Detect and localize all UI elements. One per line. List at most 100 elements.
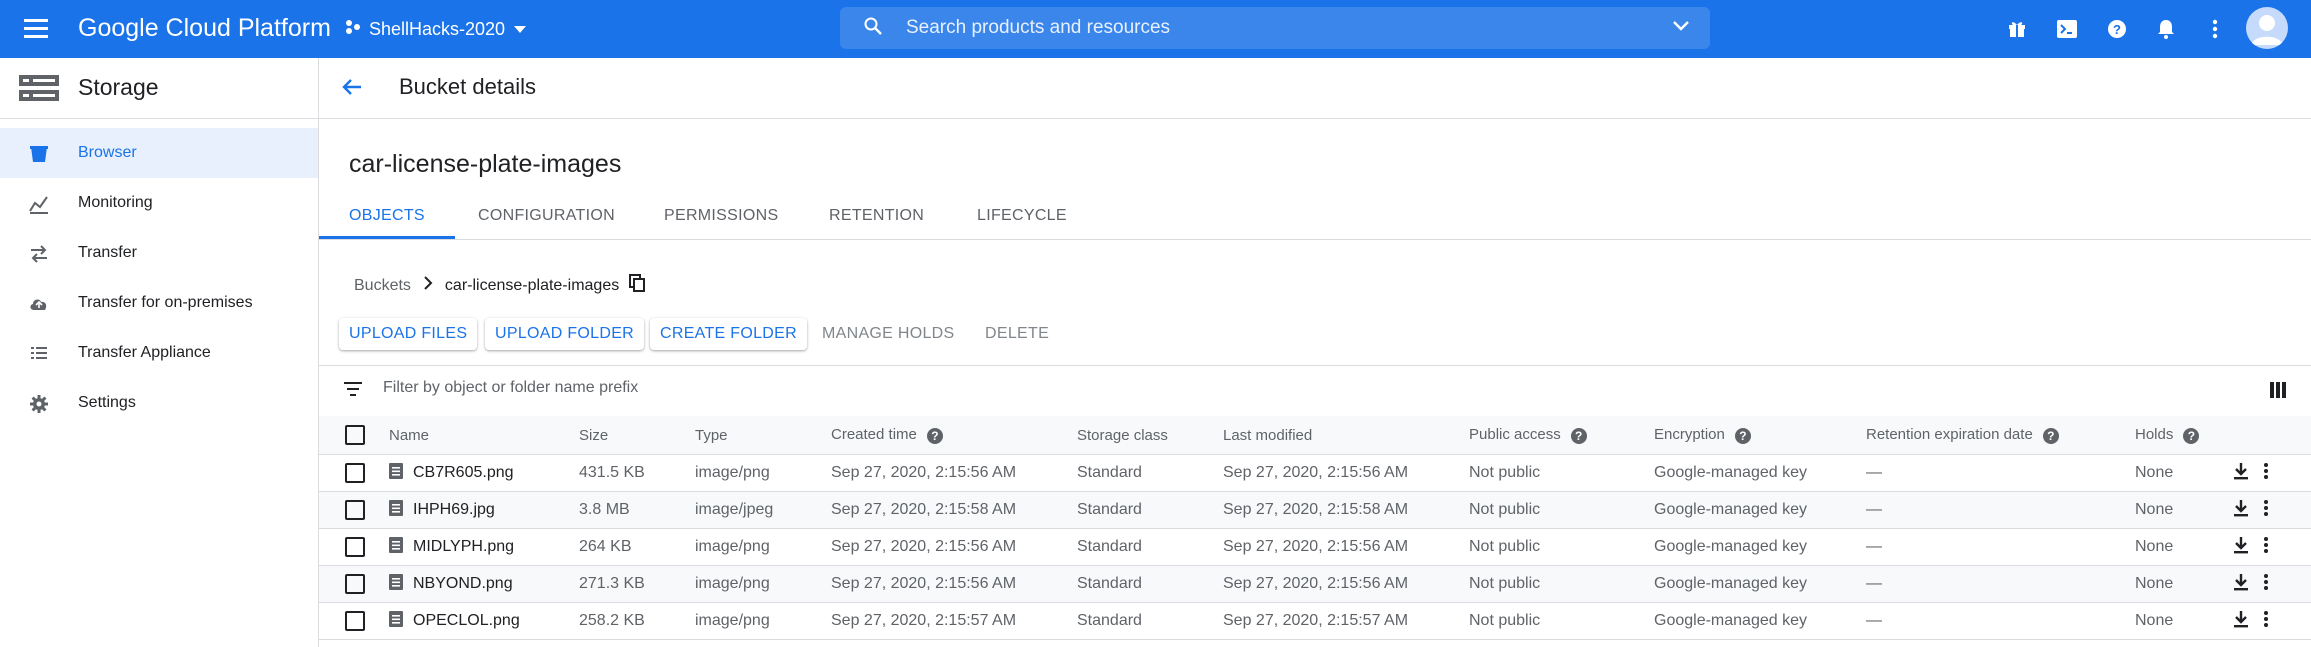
search-input[interactable] [904, 16, 1668, 40]
tab-objects[interactable]: OBJECTS [319, 183, 455, 239]
copy-icon[interactable] [629, 274, 646, 297]
sidebar-item-label: Transfer Appliance [78, 344, 211, 361]
cloud-shell-icon[interactable] [2052, 14, 2082, 44]
more-vert-icon[interactable] [2263, 610, 2269, 633]
download-icon[interactable] [2233, 610, 2249, 633]
help-icon[interactable]: ? [1570, 427, 1587, 444]
delete-button[interactable]: DELETE [975, 318, 1059, 350]
sidebar-item-transfer[interactable]: Transfer [0, 228, 318, 278]
object-public-access: Not public [1469, 565, 1654, 603]
row-checkbox[interactable] [345, 537, 365, 557]
file-icon [389, 499, 403, 521]
filter-input[interactable] [381, 378, 1285, 398]
object-storage-class: Standard [1077, 602, 1223, 640]
download-icon[interactable] [2233, 573, 2249, 596]
object-name-link[interactable]: CB7R605.png [389, 462, 514, 484]
object-encryption: Google-managed key [1654, 454, 1866, 492]
object-size: 271.3 KB [579, 565, 695, 603]
download-icon[interactable] [2233, 536, 2249, 559]
object-last-modified: Sep 27, 2020, 2:15:56 AM [1223, 528, 1469, 566]
create-folder-button[interactable]: CREATE FOLDER [650, 318, 807, 350]
sidebar-header: Storage [0, 58, 318, 119]
object-public-access: Not public [1469, 454, 1654, 492]
row-actions [2233, 573, 2269, 596]
back-arrow-icon[interactable] [341, 76, 363, 103]
sidebar-item-label: Transfer [78, 244, 137, 261]
sidebar-item-settings[interactable]: Settings [0, 378, 318, 428]
sidebar-item-monitoring[interactable]: Monitoring [0, 178, 318, 228]
object-retention: — [1866, 491, 2135, 529]
column-header-type[interactable]: Type [695, 416, 831, 455]
column-header-public-access[interactable]: Public access? [1469, 416, 1654, 455]
object-name-link[interactable]: MIDLYPH.png [389, 536, 514, 558]
more-vert-icon[interactable] [2263, 573, 2269, 596]
table-row[interactable]: NBYOND.png 271.3 KB image/png Sep 27, 2020,… [319, 565, 2311, 603]
upload-folder-button[interactable]: UPLOAD FOLDER [485, 318, 645, 350]
filter-icon[interactable] [344, 382, 362, 401]
help-icon[interactable]: ? [2042, 427, 2059, 444]
help-icon[interactable]: ? [2102, 14, 2132, 44]
more-vert-icon[interactable] [2263, 499, 2269, 522]
column-header-encryption[interactable]: Encryption? [1654, 416, 1866, 455]
tab-configuration[interactable]: CONFIGURATION [478, 183, 615, 239]
object-name-link[interactable]: NBYOND.png [389, 573, 513, 595]
sidebar-item-transfer-appliance[interactable]: Transfer Appliance [0, 328, 318, 378]
column-header-name[interactable]: Name [389, 416, 579, 455]
column-header-label: Public access [1469, 426, 1561, 444]
help-icon[interactable]: ? [2183, 427, 2200, 444]
select-all-checkbox[interactable] [345, 425, 365, 445]
column-header-size[interactable]: Size [579, 416, 695, 455]
sidebar-item-browser[interactable]: Browser [0, 128, 318, 178]
column-header-label: Created time [831, 426, 917, 444]
more-vert-icon[interactable] [2200, 14, 2230, 44]
help-icon[interactable]: ? [926, 427, 943, 444]
table-row[interactable]: MIDLYPH.png 264 KB image/png Sep 27, 2020, … [319, 528, 2311, 566]
download-icon[interactable] [2233, 462, 2249, 485]
download-icon[interactable] [2233, 499, 2249, 522]
main-content: Bucket details car-license-plate-images … [319, 58, 2311, 647]
table-row[interactable]: CB7R605.png 431.5 KB image/png Sep 27, 2020… [319, 454, 2311, 492]
object-name: CB7R605.png [413, 464, 514, 481]
menu-icon[interactable] [22, 16, 50, 42]
object-encryption: Google-managed key [1654, 491, 1866, 529]
tab-permissions[interactable]: PERMISSIONS [664, 183, 778, 239]
object-retention: — [1866, 602, 2135, 640]
manage-holds-button[interactable]: MANAGE HOLDS [812, 318, 965, 350]
row-checkbox[interactable] [345, 611, 365, 631]
breadcrumb: Buckets car-license-plate-images [354, 274, 646, 297]
sidebar-item-transfer-on-premises[interactable]: Transfer for on-premises [0, 278, 318, 328]
tab-lifecycle[interactable]: LIFECYCLE [977, 183, 1067, 239]
column-header-holds[interactable]: Holds? [2135, 416, 2233, 455]
table-row[interactable]: OPECLOL.png 258.2 KB image/png Sep 27, 2020… [319, 602, 2311, 640]
tab-retention[interactable]: RETENTION [829, 183, 924, 239]
column-header-last-modified[interactable]: Last modified [1223, 416, 1469, 455]
file-icon [389, 462, 403, 484]
search-icon [864, 17, 882, 40]
notifications-icon[interactable] [2151, 14, 2181, 44]
file-icon [389, 536, 403, 558]
breadcrumb-buckets-link[interactable]: Buckets [354, 277, 411, 295]
search-expand-chevron-icon[interactable] [1672, 19, 1690, 38]
account-avatar[interactable] [2246, 7, 2288, 49]
column-header-created[interactable]: Created time? [831, 416, 1077, 455]
object-storage-class: Standard [1077, 491, 1223, 529]
column-header-retention[interactable]: Retention expiration date? [1866, 416, 2135, 455]
more-vert-icon[interactable] [2263, 536, 2269, 559]
row-checkbox[interactable] [345, 574, 365, 594]
object-name-link[interactable]: OPECLOL.png [389, 610, 520, 632]
column-header-actions [2233, 416, 2311, 455]
row-checkbox[interactable] [345, 500, 365, 520]
object-name-link[interactable]: IHPH69.jpg [389, 499, 495, 521]
sidebar-item-label: Settings [78, 394, 136, 411]
more-vert-icon[interactable] [2263, 462, 2269, 485]
object-last-modified: Sep 27, 2020, 2:15:58 AM [1223, 491, 1469, 529]
column-display-icon[interactable] [2269, 381, 2287, 404]
help-icon[interactable]: ? [1734, 427, 1751, 444]
upload-files-button[interactable]: UPLOAD FILES [339, 318, 478, 350]
table-row[interactable]: IHPH69.jpg 3.8 MB image/jpeg Sep 27, 2020, … [319, 491, 2311, 529]
project-selector[interactable]: ShellHacks-2020 [345, 13, 527, 45]
column-header-storage-class[interactable]: Storage class [1077, 416, 1223, 455]
brand-title[interactable]: Google Cloud Platform [78, 14, 331, 43]
row-checkbox[interactable] [345, 463, 365, 483]
gift-icon[interactable] [2002, 14, 2032, 44]
